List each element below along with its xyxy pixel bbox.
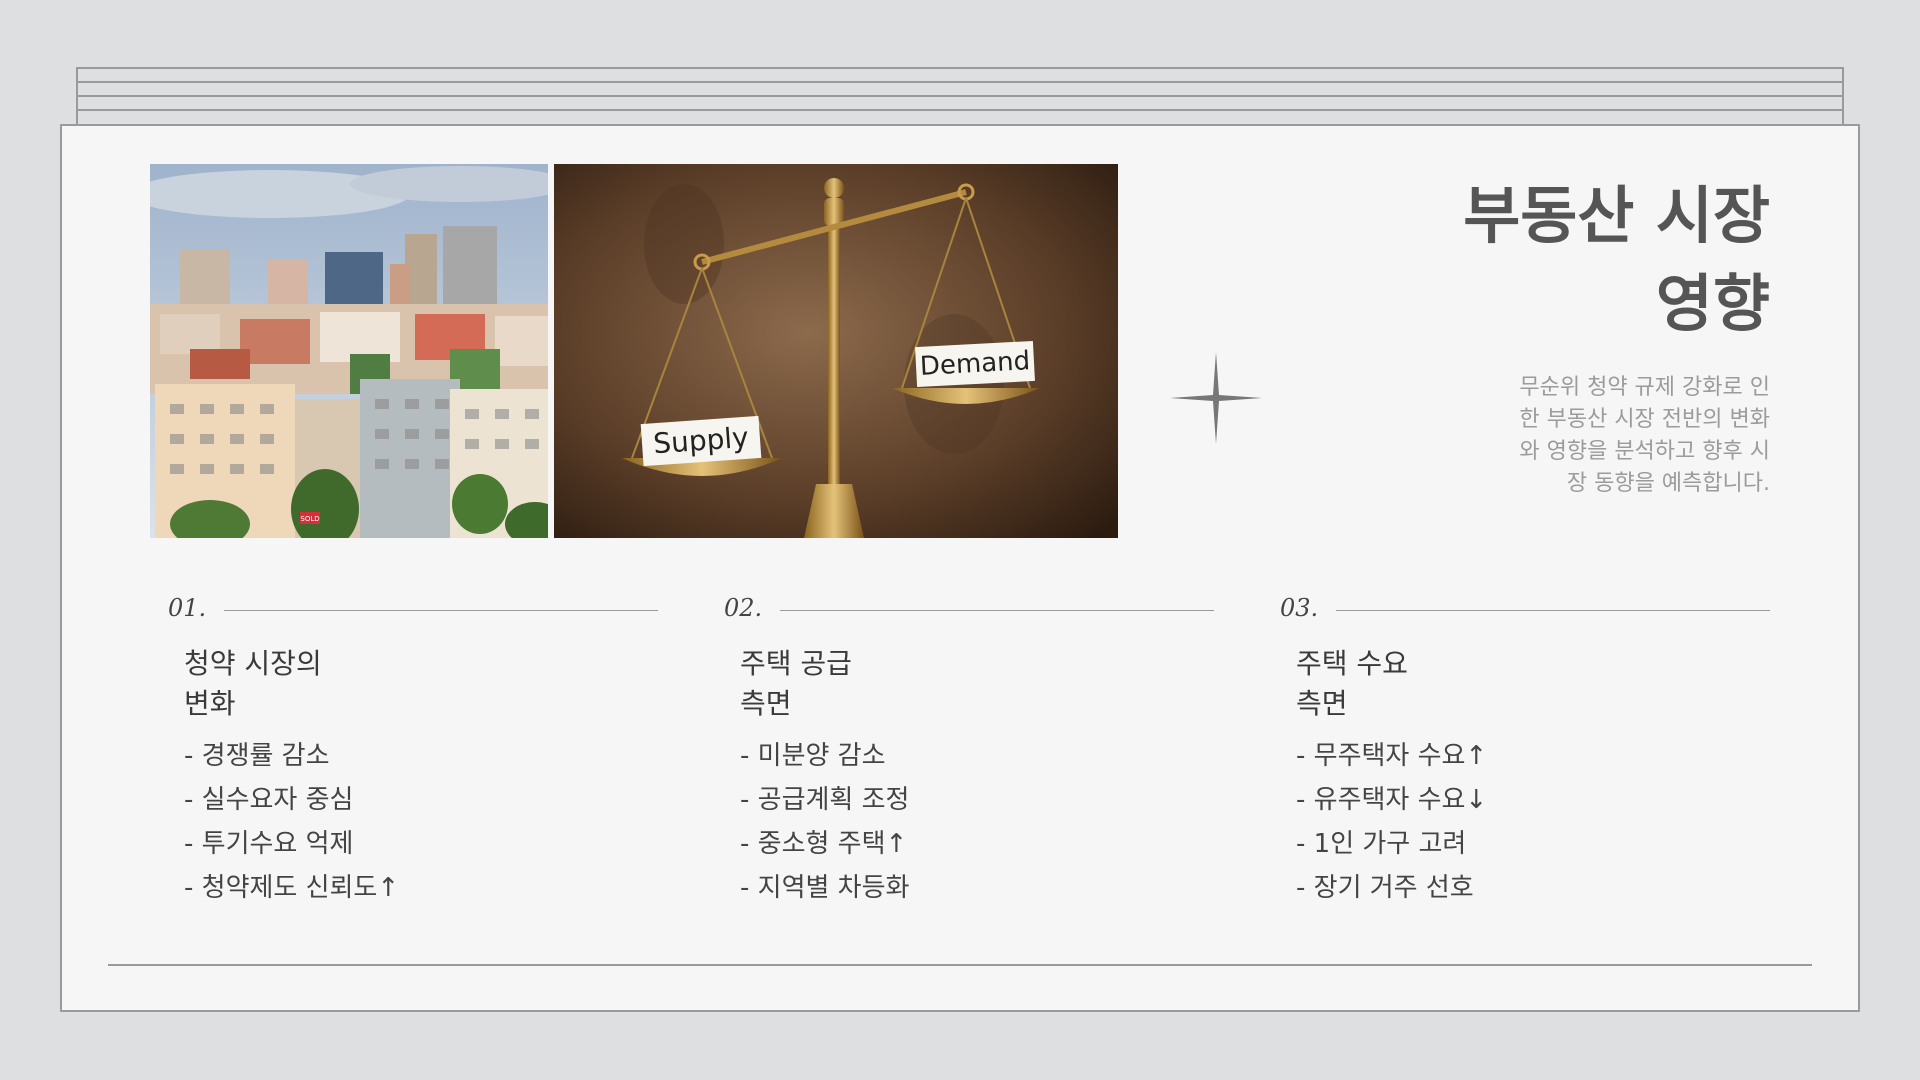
section-heading: 청약 시장의 변화 (184, 644, 322, 724)
section-rule (224, 610, 658, 611)
page-title: 부동산 시장 영향 (1350, 172, 1770, 348)
demand-card-text: Demand (919, 346, 1031, 382)
section-list: - 미분양 감소 - 공급계획 조정 - 중소형 주택↑ - 지역별 차등화 (740, 734, 909, 910)
bottom-rule (108, 964, 1812, 966)
section-heading: 주택 공급 측면 (740, 644, 852, 724)
section-heading-line-1: 주택 공급 (740, 647, 852, 680)
stack-line (76, 67, 1844, 69)
sold-sign-text: SOLD (300, 515, 319, 523)
title-line-1: 부동산 시장 (1463, 179, 1770, 252)
slide-card: SOLD Supply Demand 부동산 시장 영향 무순위 청약 규제 강… (60, 124, 1860, 1012)
stack-line (76, 109, 1844, 111)
title-line-2: 영향 (1655, 267, 1770, 340)
sparkle-icon (1170, 352, 1262, 444)
page-subtitle: 무순위 청약 규제 강화로 인한 부동산 시장 전반의 변화와 영향을 분석하고… (1519, 375, 1770, 496)
list-item: - 장기 거주 선호 (1296, 873, 1474, 903)
section-heading-line-1: 청약 시장의 (184, 647, 322, 680)
list-item: - 1인 가구 고려 (1296, 829, 1467, 859)
section-list: - 무주택자 수요↑ - 유주택자 수요↓ - 1인 가구 고려 - 장기 거주… (1296, 734, 1487, 910)
section-heading-line-2: 측면 (1296, 687, 1348, 720)
list-item: - 유주택자 수요↓ (1296, 785, 1488, 815)
balance-scale-photo: Supply Demand (554, 164, 1118, 538)
list-item: - 경쟁률 감소 (184, 741, 330, 771)
list-item: - 공급계획 조정 (740, 785, 910, 815)
section-number: 02. (724, 594, 763, 622)
section-list: - 경쟁률 감소 - 실수요자 중심 - 투기수요 억제 - 청약제도 신뢰도↑ (184, 734, 399, 910)
section-heading-line-2: 변화 (184, 687, 236, 720)
section-number: 03. (1280, 594, 1319, 622)
list-item: - 실수요자 중심 (184, 785, 354, 815)
section-rule (1336, 610, 1770, 611)
stack-edge (76, 67, 78, 125)
supply-card-text: Supply (652, 421, 749, 461)
list-item: - 중소형 주택↑ (740, 829, 908, 859)
section-rule (780, 610, 1214, 611)
section-heading-line-2: 측면 (740, 687, 792, 720)
section-number: 01. (168, 594, 207, 622)
stack-line (76, 95, 1844, 97)
list-item: - 지역별 차등화 (740, 873, 910, 903)
list-item: - 투기수요 억제 (184, 829, 354, 859)
stack-line (76, 81, 1844, 83)
section-heading: 주택 수요 측면 (1296, 644, 1408, 724)
section-heading-line-1: 주택 수요 (1296, 647, 1408, 680)
list-item: - 청약제도 신뢰도↑ (184, 873, 400, 903)
stack-edge (1842, 67, 1844, 125)
list-item: - 미분양 감소 (740, 741, 886, 771)
apartment-cityscape-photo: SOLD (150, 164, 548, 538)
list-item: - 무주택자 수요↑ (1296, 741, 1488, 771)
